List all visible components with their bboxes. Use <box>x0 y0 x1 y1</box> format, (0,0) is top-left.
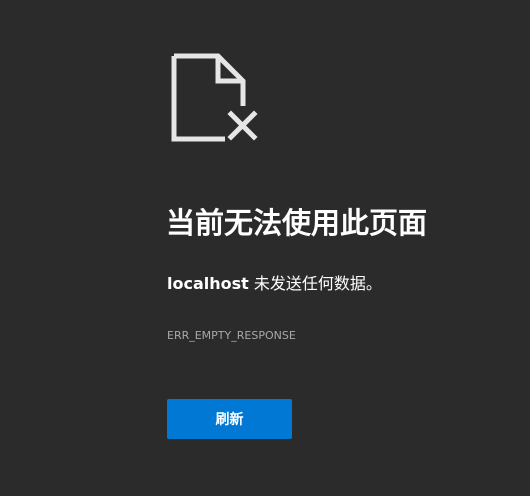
error-message: localhost 未发送任何数据。 <box>167 273 382 295</box>
host-name: localhost <box>167 274 249 293</box>
error-code: ERR_EMPTY_RESPONSE <box>167 329 296 342</box>
file-error-icon <box>171 53 258 142</box>
page-title: 当前无法使用此页面 <box>166 206 428 240</box>
error-page: 当前无法使用此页面 localhost 未发送任何数据。 ERR_EMPTY_R… <box>0 0 530 496</box>
message-text: 未发送任何数据。 <box>248 274 382 293</box>
refresh-button[interactable]: 刷新 <box>167 399 292 439</box>
